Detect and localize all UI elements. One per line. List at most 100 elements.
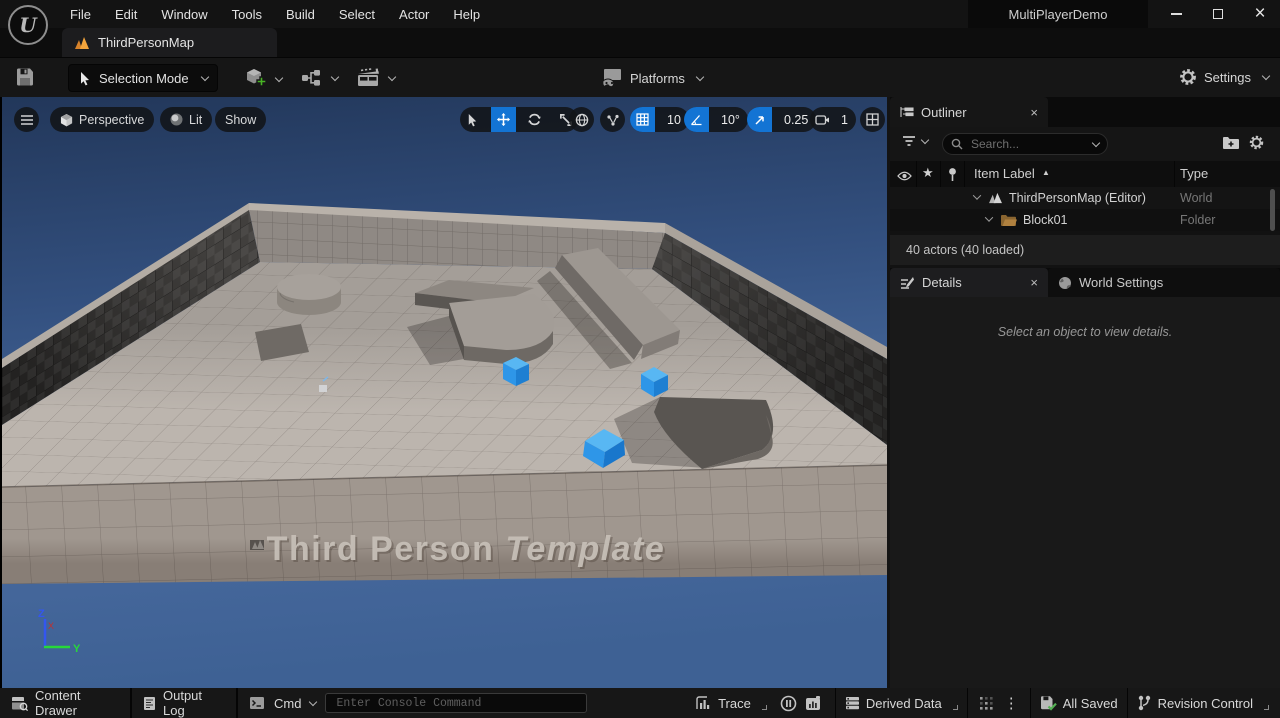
rotate-tool-button[interactable] <box>522 107 547 132</box>
right-dock: Outliner × <box>890 97 1280 688</box>
menu-window[interactable]: Window <box>149 7 219 22</box>
tab-world-settings[interactable]: World Settings <box>1048 268 1280 297</box>
outliner-row-world[interactable]: ThirdPersonMap (Editor) World <box>890 187 1280 209</box>
blueprints-button[interactable] <box>300 67 338 89</box>
curved-ramp[interactable] <box>614 397 773 469</box>
type-column[interactable]: Type <box>1180 166 1208 181</box>
sort-ascending-icon: ▲ <box>1042 168 1050 177</box>
menu-file[interactable]: File <box>58 7 103 22</box>
settings-dropdown[interactable]: Settings <box>1178 67 1269 87</box>
rotation-snap-control[interactable]: 10° <box>684 107 748 132</box>
quad-view-button[interactable] <box>860 107 885 132</box>
select-tool-button[interactable] <box>460 107 485 132</box>
profiler-ring-icon[interactable] <box>780 695 797 712</box>
status-bar: Content Drawer Output Log Cmd <box>0 688 1280 718</box>
outliner-scrollbar[interactable] <box>1270 189 1275 231</box>
revision-control-label: Revision Control <box>1158 696 1253 711</box>
move-tool-button[interactable] <box>491 107 516 132</box>
gear-icon <box>1178 67 1198 87</box>
save-icon <box>14 66 36 88</box>
performance-dots-icon[interactable] <box>979 696 994 711</box>
item-label-column[interactable]: Item Label <box>974 166 1035 181</box>
add-actor-button[interactable] <box>244 67 282 91</box>
visibility-column-icon[interactable] <box>897 167 912 182</box>
unreal-logo-icon[interactable]: U <box>8 5 48 45</box>
insights-buttons <box>780 695 822 712</box>
scale-snap-control[interactable]: 0.25 <box>747 107 816 132</box>
menu-tools[interactable]: Tools <box>220 7 274 22</box>
outliner-settings-button[interactable] <box>1248 134 1265 151</box>
chevron-down-icon <box>696 72 704 80</box>
hamburger-icon <box>21 115 33 125</box>
menu-edit[interactable]: Edit <box>103 7 149 22</box>
output-log-button[interactable]: Output Log <box>132 688 236 718</box>
surface-snapping-button[interactable] <box>600 107 625 132</box>
platforms-dropdown[interactable]: Platforms <box>600 67 703 89</box>
lit-dropdown[interactable]: Lit <box>160 107 212 132</box>
level-viewport[interactable]: Third Person Template Third Person Templ… <box>0 97 887 688</box>
menu-select[interactable]: Select <box>327 7 387 22</box>
show-dropdown[interactable]: Show <box>215 107 266 132</box>
snapshot-icon[interactable] <box>805 695 822 711</box>
expand-caret-icon[interactable] <box>985 213 993 221</box>
trace-button[interactable]: Trace <box>696 696 767 711</box>
main-menu: File Edit Window Tools Build Select Acto… <box>58 0 492 28</box>
close-icon[interactable]: × <box>1030 275 1038 290</box>
template-wall-text: Third Person Template Third Person Templ… <box>250 530 667 570</box>
world-space-button[interactable] <box>569 107 594 132</box>
perspective-dropdown[interactable]: Perspective <box>50 107 154 132</box>
lit-label: Lit <box>189 113 202 127</box>
viewport-options-button[interactable] <box>14 107 39 132</box>
tab-thirdpersonmap[interactable]: ThirdPersonMap <box>62 28 277 57</box>
menu-build[interactable]: Build <box>274 7 327 22</box>
console-input-box[interactable] <box>325 693 587 713</box>
details-body: Select an object to view details. <box>890 297 1280 688</box>
camera-speed-control[interactable]: 1 <box>810 107 856 132</box>
favorite-column-icon[interactable]: ★ <box>922 165 934 181</box>
menu-actor[interactable]: Actor <box>387 7 441 22</box>
tab-outliner[interactable]: Outliner × <box>890 97 1048 127</box>
tab-label: ThirdPersonMap <box>98 35 194 50</box>
settings-label: Settings <box>1204 70 1251 85</box>
svg-text:X: X <box>48 621 54 631</box>
snap-nodes-icon <box>606 113 620 127</box>
row-type: Folder <box>1180 213 1215 227</box>
filter-icon <box>902 135 916 147</box>
statusbar-kebab-icon[interactable]: ⋮ <box>1004 694 1019 712</box>
content-drawer-label: Content Drawer <box>35 688 119 718</box>
outliner-searchrow <box>890 127 1280 161</box>
cinematics-button[interactable] <box>356 67 395 89</box>
cylinder-block[interactable] <box>277 274 341 315</box>
grid-snap-control[interactable]: 10 <box>630 107 689 132</box>
derived-data-button[interactable]: Derived Data <box>845 696 958 711</box>
outliner-row-folder[interactable]: Block01 Folder <box>890 209 1280 231</box>
expand-caret-icon[interactable] <box>973 191 981 199</box>
close-icon[interactable]: × <box>1030 105 1038 120</box>
search-input[interactable] <box>969 136 1081 152</box>
pin-column-icon[interactable] <box>947 166 958 182</box>
details-icon <box>900 276 915 289</box>
maximize-button[interactable] <box>1201 0 1235 28</box>
resize-grip-icon <box>762 705 767 710</box>
row-type: World <box>1180 191 1212 205</box>
new-folder-button[interactable] <box>1222 134 1240 151</box>
selection-mode-label: Selection Mode <box>99 71 189 86</box>
outliner-filter-button[interactable] <box>902 135 928 147</box>
output-log-label: Output Log <box>163 688 225 718</box>
all-saved-button[interactable]: All Saved <box>1040 695 1118 711</box>
details-tabbar: Details × World Settings <box>890 268 1280 297</box>
minimize-button[interactable] <box>1159 0 1193 28</box>
close-button[interactable]: × <box>1243 0 1277 28</box>
trace-label: Trace <box>718 696 751 711</box>
lit-sphere-icon <box>170 113 183 126</box>
tab-details[interactable]: Details × <box>890 268 1048 297</box>
revision-control-button[interactable]: Revision Control <box>1137 695 1269 711</box>
console-input[interactable] <box>334 696 578 711</box>
row-label: Block01 <box>1023 213 1067 227</box>
menu-help[interactable]: Help <box>441 7 492 22</box>
selection-mode-dropdown[interactable]: Selection Mode <box>68 64 218 92</box>
content-drawer-button[interactable]: Content Drawer <box>0 688 130 718</box>
outliner-search[interactable] <box>942 133 1108 155</box>
outliner-tabbar: Outliner × <box>890 97 1280 127</box>
save-button[interactable] <box>14 66 36 88</box>
